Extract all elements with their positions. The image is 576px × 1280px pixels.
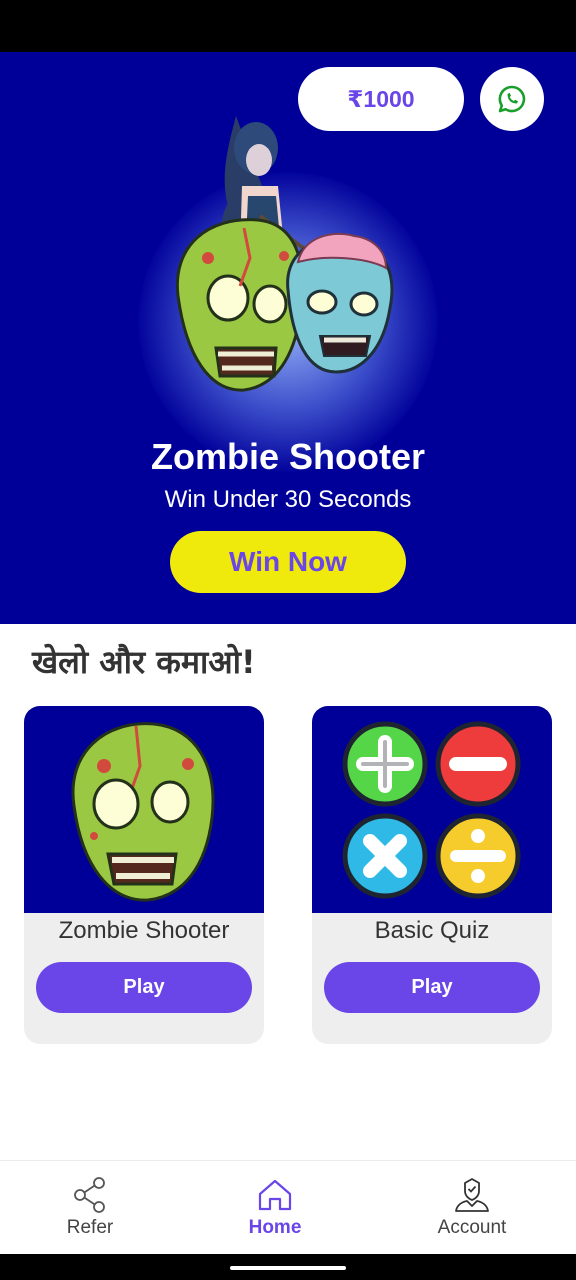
green-zombie-head [175, 218, 304, 392]
nav-label-home: Home [248, 1217, 302, 1238]
hero-title: Zombie Shooter [150, 436, 425, 477]
play-button[interactable]: Play [324, 962, 540, 1013]
game-title: Basic Quiz [374, 917, 490, 944]
plus-icon [342, 721, 428, 807]
game-card-zombie-shooter[interactable]: Zombie Shooter Play [24, 706, 264, 1044]
blue-zombie-head [286, 232, 394, 374]
nav-label-account: Account [437, 1217, 507, 1238]
account-icon [455, 1177, 489, 1212]
minus-icon [435, 721, 521, 807]
nav-item-home[interactable]: Home [200, 1161, 350, 1255]
status-bar [0, 0, 576, 52]
play-button[interactable]: Play [36, 962, 252, 1013]
hero-banner[interactable]: ₹1000 Zombie Shooter Win Under 30 Second… [0, 52, 576, 624]
hero-subtitle: Win Under 30 Seconds [164, 486, 412, 513]
zombie-head-icon [71, 722, 215, 902]
section-heading: खेलो और कमाओ! [32, 643, 256, 681]
wallet-balance-value: ₹1000 [347, 85, 415, 112]
home-icon [258, 1179, 292, 1211]
bottom-navigation: Refer Home Account [0, 1160, 576, 1254]
share-icon [74, 1177, 105, 1213]
home-gesture-handle[interactable] [230, 1266, 346, 1270]
multiply-icon [342, 813, 428, 899]
nav-item-account[interactable]: Account [397, 1161, 547, 1255]
divide-icon [435, 813, 521, 899]
whatsapp-button[interactable] [480, 67, 544, 131]
game-title: Zombie Shooter [58, 917, 230, 944]
zombie-shooter-hero-art [175, 116, 394, 392]
nav-label-refer: Refer [66, 1217, 114, 1238]
game-thumbnail [24, 706, 264, 913]
game-thumbnail [312, 706, 552, 913]
system-gesture-bar [0, 1254, 576, 1280]
whatsapp-icon [498, 85, 526, 113]
game-card-basic-quiz[interactable]: Basic Quiz Play [312, 706, 552, 1044]
math-operators-icon [342, 721, 521, 899]
nav-item-refer[interactable]: Refer [15, 1161, 165, 1255]
win-now-button[interactable]: Win Now [170, 531, 406, 593]
wallet-balance-button[interactable]: ₹1000 [298, 67, 464, 131]
